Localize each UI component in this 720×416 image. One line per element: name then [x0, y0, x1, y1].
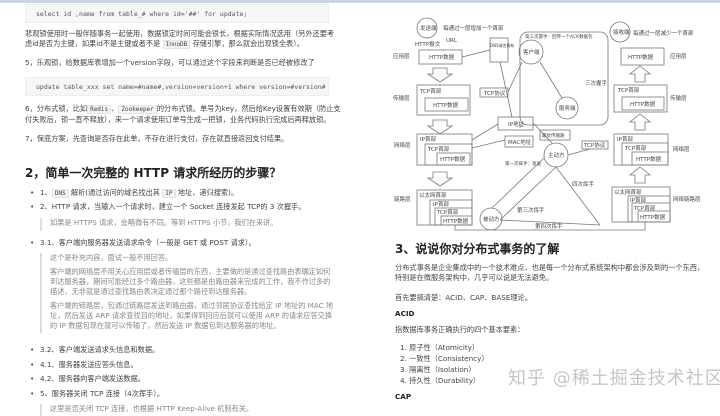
code-block-update: update table_xxx set name=#name#,version… — [25, 77, 329, 96]
svg-text:HTTP数据: HTTP数据 — [630, 100, 656, 108]
svg-text:三次握手: 三次握手 — [585, 79, 608, 87]
paragraph-pessimistic-lock: 悲观锁使用时一般伴随事务一起使用，数据锁定时间可能会很长，根据实际情况选用（另外… — [25, 29, 335, 49]
heading-cap: CAP — [395, 392, 412, 401]
svg-text:网络层: 网络层 — [673, 145, 690, 153]
paragraph-theories: 首先要搞清楚：ACID、CAP、BASE理论。 — [395, 293, 532, 302]
paragraph-distributed-intro: 分布式事务是企业集成中的一个技术难点，也是每一个分布式系统架构中都会涉及到的一个… — [395, 263, 705, 282]
step-3-2: 3.2、客户端发送请求头信息和数据。 — [30, 345, 159, 355]
watermark: 知乎 @稀土掘金技术社区 — [508, 368, 720, 389]
step-3-1: 3.1、客户端向服务器发送请求命令（一般是 GET 或 POST 请求）。 — [30, 238, 256, 248]
svg-text:HTTP数据: HTTP数据 — [429, 53, 455, 61]
http-tcp-diagram: 发送端 每通过一层增加一个首部 接收端 每通过一层减少一个首部 HTTP报文 U… — [393, 17, 701, 231]
svg-text:HTTP数据: HTTP数据 — [628, 53, 654, 61]
svg-text:应用层: 应用层 — [393, 52, 410, 60]
svg-text:传输层: 传输层 — [393, 94, 410, 102]
svg-text:HTTP数据: HTTP数据 — [440, 155, 466, 163]
svg-text:第四次挥手: 第四次挥手 — [535, 222, 563, 230]
item-6: 6，分布式锁，比如 Redis、 Zookeeper 的分布式锁。单号为key，然后给… — [25, 104, 341, 124]
heading-acid: ACID — [395, 309, 415, 318]
svg-text:第三次挥手: 第三次挥手 — [517, 206, 545, 214]
svg-text:TCP首部: TCP首部 — [624, 144, 647, 152]
svg-text:TCP协议: TCP协议 — [583, 141, 606, 149]
svg-text:被动方: 被动方 — [483, 215, 500, 223]
paragraph-acid: 指数据库事务正确执行的四个基本要素： — [395, 325, 525, 334]
svg-text:服务端: 服务端 — [559, 104, 576, 112]
svg-text:HTTP数据: HTTP数据 — [640, 213, 666, 221]
receiver-label: 接收端 — [613, 28, 630, 36]
quote-https: 如果是 HTTPS 请求，会略微有不同。等到 HTTPS 小节，我们在来讲。 — [40, 218, 278, 231]
step-5: 5、服务器关闭 TCP 连接（4次挥手）。 — [30, 389, 164, 399]
list-item: 4. 持久性（Durability） — [400, 376, 481, 385]
quote-network-detail: 这个是补充内容，面试一般不用回答。 客户端的网络层不用关心应用层或者传输层的东西… — [40, 253, 333, 333]
svg-text:HTTP数据: HTTP数据 — [636, 155, 662, 163]
code-text: update table_xxx set name=#name#,version… — [36, 83, 326, 91]
svg-text:IP首部: IP首部 — [630, 196, 646, 204]
sender-note: 每通过一层增加一个首部 — [443, 24, 504, 32]
item-5: 5，乐观锁，给数据库表增加一个version字段，可以通过这个字段来判断是否已经… — [25, 58, 315, 67]
sender-label: 发送端 — [420, 24, 437, 32]
step-4-1: 4.1、服务器发送应答头信息。 — [30, 360, 138, 370]
svg-text:DNS域名解析: DNS域名解析 — [490, 42, 515, 48]
svg-text:应用层: 应用层 — [670, 52, 687, 60]
svg-text:TCP首部: TCP首部 — [633, 204, 656, 212]
acid-list: 1. 原子性（Atomicity） 2. 一致性（Consistency） 3.… — [400, 342, 489, 386]
receiver-note: 每通过一层减少一个首部 — [633, 29, 694, 37]
svg-text:网络层: 网络层 — [394, 141, 411, 149]
step-2: 2、HTTP 请求，当输入一个请求时，建立一个 Socket 连接发起 TCP的… — [30, 202, 305, 212]
svg-text:IP首部: IP首部 — [433, 200, 449, 208]
svg-text:网络链路层: 网络链路层 — [673, 195, 701, 203]
list-item: 2. 一致性（Consistency） — [400, 354, 489, 363]
svg-text:URL: URL — [446, 38, 458, 44]
svg-text:IP首部: IP首部 — [617, 135, 633, 143]
svg-text:第三次握手：回传一个ACK数据包: 第三次握手：回传一个ACK数据包 — [525, 33, 593, 40]
list-item: 3. 隔离性（Isolation） — [400, 365, 476, 374]
svg-text:四次挥手: 四次挥手 — [572, 180, 595, 188]
svg-text:传输层: 传输层 — [670, 94, 687, 102]
code-block-select: select id ,name from table_# where id='#… — [25, 4, 329, 23]
svg-text:TCP首部: TCP首部 — [427, 145, 450, 153]
heading-http-steps: 2，简单一次完整的 HTTP 请求所经历的步骤？ — [25, 166, 282, 180]
svg-text:以太网首部: 以太网首部 — [614, 188, 642, 196]
svg-text:TCP首部: TCP首部 — [617, 86, 640, 94]
item-7: 7，保底方案，先查询是否存在此单，不存在进行支付，存在就直接返回支付结果。 — [25, 134, 289, 143]
svg-text:最优传输路: 最优传输路 — [542, 132, 565, 139]
svg-text:主动方: 主动方 — [548, 151, 565, 159]
svg-text:HTTP报文: HTTP报文 — [415, 40, 441, 48]
svg-text:IP首部: IP首部 — [420, 135, 436, 143]
svg-text:以太网首部: 以太网首部 — [419, 191, 447, 199]
svg-text:TCP首部: TCP首部 — [436, 208, 459, 216]
svg-text:TCP协议: TCP协议 — [483, 89, 506, 97]
quote-keepalive: 这里是否关闭 TCP 连接，也根据 HTTP Keep-Alive 机制有关。 — [40, 404, 253, 416]
list-item: 1. 原子性（Atomicity） — [400, 343, 480, 352]
svg-text:MAC地址: MAC地址 — [508, 138, 532, 146]
step-1: 1、DNS 解析(通过访问的域名找出其 IP 地址，递归搜索)。 — [30, 188, 238, 199]
step-4-2: 4.2、服务器向客户端发送数据。 — [30, 374, 145, 384]
code-text: select id ,name from table_# where id='#… — [36, 10, 248, 18]
heading-distributed-transaction: 3、说说你对分布式事务的了解 — [395, 242, 560, 256]
svg-text:HTTP数据: HTTP数据 — [443, 217, 469, 225]
svg-text:客户端: 客户端 — [523, 48, 540, 56]
svg-text:第一次挥手：发送: 第一次挥手：发送 — [505, 160, 541, 167]
svg-text:链路层: 链路层 — [394, 195, 411, 203]
svg-text:HTTP数据: HTTP数据 — [433, 101, 459, 109]
svg-text:IP地址: IP地址 — [508, 120, 524, 128]
svg-text:TCP首部: TCP首部 — [419, 87, 442, 95]
